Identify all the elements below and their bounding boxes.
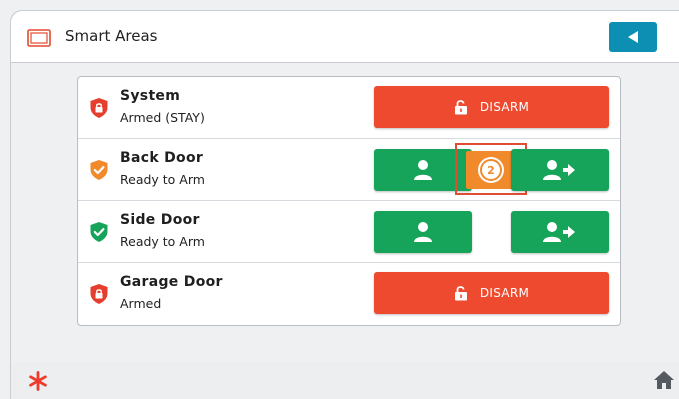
countdown-button-back-door[interactable]: 2 <box>466 151 516 189</box>
area-status: Ready to Arm <box>120 172 205 187</box>
asterisk-icon[interactable] <box>28 371 48 391</box>
arm-away-button-side-door[interactable] <box>511 211 609 253</box>
disarm-label: DISARM <box>479 286 530 300</box>
disarm-button-system[interactable]: DISARM <box>374 86 609 128</box>
area-status: Ready to Arm <box>120 234 205 249</box>
area-row-system: System Armed (STAY) DISARM <box>78 77 620 139</box>
footer-bar <box>11 362 679 399</box>
header-bar: Smart Areas <box>11 11 679 63</box>
area-name: Side Door <box>120 212 200 228</box>
disarm-label: DISARM <box>479 100 530 114</box>
person-icon <box>414 160 432 180</box>
area-status: Armed <box>120 296 162 311</box>
disarm-button-garage-door[interactable]: DISARM <box>374 272 609 314</box>
area-name: Back Door <box>120 150 204 166</box>
check-shield-icon <box>90 222 108 242</box>
panel-icon <box>27 29 51 47</box>
back-button[interactable] <box>609 22 657 52</box>
home-icon[interactable] <box>653 370 675 390</box>
lock-shield-icon <box>90 284 108 304</box>
page-title: Smart Areas <box>65 27 158 45</box>
area-row-back-door: Back Door Ready to Arm 2 <box>78 139 620 201</box>
check-shield-icon <box>90 160 108 180</box>
area-name: System <box>120 88 181 104</box>
area-row-side-door: Side Door Ready to Arm <box>78 201 620 263</box>
person-exit-icon <box>543 160 575 180</box>
unlock-icon <box>454 100 467 115</box>
lock-shield-icon <box>90 98 108 118</box>
person-exit-icon <box>543 222 575 242</box>
person-icon <box>414 222 432 242</box>
countdown-badge: 2 <box>480 159 502 181</box>
back-arrow-icon <box>628 31 638 43</box>
unlock-icon <box>454 286 467 301</box>
arm-away-button-back-door[interactable] <box>511 149 609 191</box>
area-status: Armed (STAY) <box>120 110 205 125</box>
smart-areas-screen: Smart Areas System Armed (STAY) DISARM B… <box>10 10 679 399</box>
area-row-garage-door: Garage Door Armed DISARM <box>78 263 620 325</box>
area-name: Garage Door <box>120 274 223 290</box>
arm-stay-button-side-door[interactable] <box>374 211 472 253</box>
areas-panel: System Armed (STAY) DISARM Back Door Rea… <box>77 76 621 326</box>
